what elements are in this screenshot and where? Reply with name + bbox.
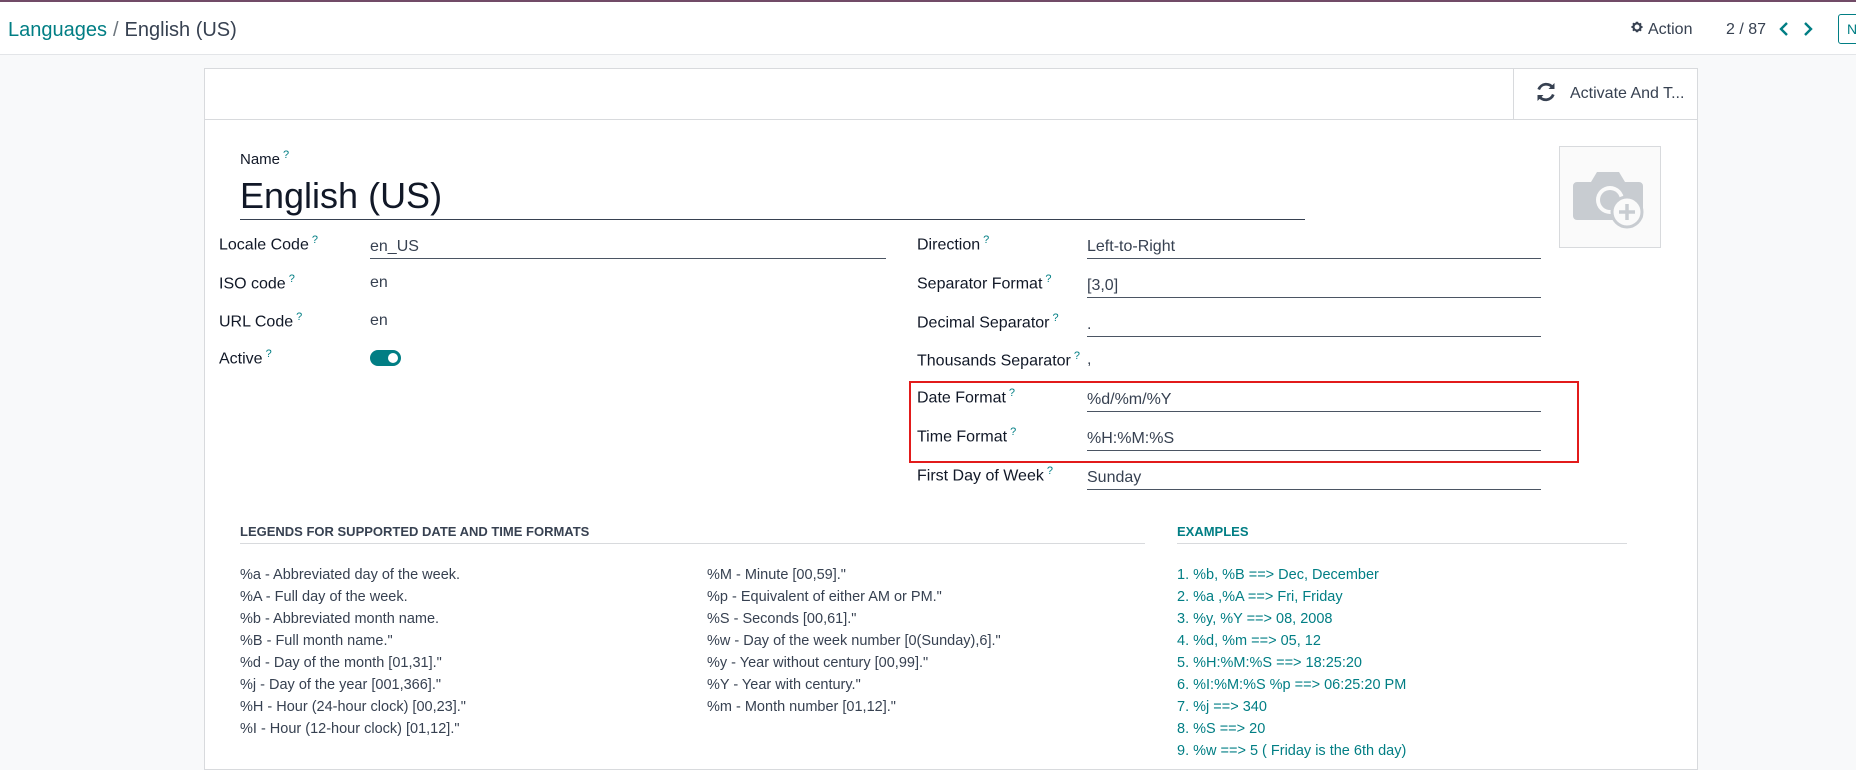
iso-code-value: en	[370, 274, 388, 291]
example-item: 9. %w ==> 5 ( Friday is the 6th day)	[1177, 743, 1407, 759]
legend-item: %y - Year without century [00,99]."	[707, 655, 929, 671]
active-toggle[interactable]	[370, 350, 401, 366]
locale-code-label: Locale Code?	[219, 234, 318, 254]
locale-code-help-icon[interactable]: ?	[312, 234, 318, 246]
first-day-of-week-help-icon[interactable]: ?	[1047, 465, 1053, 477]
breadcrumb-current: English (US)	[124, 19, 237, 41]
direction-label: Direction?	[917, 234, 990, 254]
chevron-left-icon	[1779, 22, 1788, 36]
example-item: 3. %y, %Y ==> 08, 2008	[1177, 611, 1333, 627]
legend-title: LEGENDS FOR SUPPORTED DATE AND TIME FORM…	[240, 524, 590, 539]
examples-title: EXAMPLES	[1177, 524, 1249, 539]
control-panel: Languages/English (US) Action 2 / 87 N	[0, 2, 1856, 55]
decimal-separator-input[interactable]: .	[1087, 312, 1541, 337]
first-day-of-week-select[interactable]: Sunday	[1087, 465, 1541, 490]
direction-help-icon[interactable]: ?	[983, 234, 989, 246]
breadcrumb-separator: /	[112, 19, 119, 41]
legend-item: %Y - Year with century."	[707, 677, 861, 693]
examples-divider	[1177, 543, 1627, 544]
legend-column-2: %M - Minute [00,59]." %p - Equivalent of…	[707, 564, 1001, 718]
chevron-right-icon	[1804, 22, 1813, 36]
image-upload-button[interactable]	[1559, 146, 1661, 248]
example-item: 8. %S ==> 20	[1177, 721, 1266, 737]
example-item: 2. %a ,%A ==> Fri, Friday	[1177, 589, 1343, 605]
action-menu-button[interactable]: Action	[1630, 20, 1692, 39]
breadcrumb: Languages / English (US)	[8, 19, 237, 42]
legend-item: %j - Day of the year [001,366]."	[240, 677, 442, 693]
pager-previous-button[interactable]	[1773, 18, 1795, 40]
refresh-icon	[1534, 80, 1558, 109]
name-help-icon[interactable]: ?	[283, 149, 289, 161]
activate-and-translate-button[interactable]: Activate And T...	[1513, 69, 1697, 119]
breadcrumb-languages-link[interactable]: Languages	[8, 19, 107, 41]
legend-item: %a - Abbreviated day of the week.	[240, 567, 461, 583]
separator-format-input[interactable]: [3,0]	[1087, 273, 1541, 298]
highlight-box	[909, 381, 1579, 463]
example-item: 4. %d, %m ==> 05, 12	[1177, 633, 1321, 649]
active-label: Active?	[219, 348, 272, 368]
legend-item: %H - Hour (24-hour clock) [00,23]."	[240, 699, 466, 715]
legend-item: %S - Seconds [00,61]."	[707, 611, 857, 627]
legend-item: %B - Full month name."	[240, 633, 393, 649]
legend-divider	[240, 543, 1145, 544]
iso-code-label: ISO code?	[219, 273, 295, 293]
legend-item: %d - Day of the month [01,31]."	[240, 655, 442, 671]
example-item: 7. %j ==> 340	[1177, 699, 1267, 715]
thousands-separator-help-icon[interactable]: ?	[1074, 350, 1080, 362]
form-statusbar: Activate And T...	[205, 69, 1697, 120]
activate-label: Activate And T...	[1570, 85, 1685, 102]
legend-item: %w - Day of the week number [0(Sunday),6…	[707, 633, 1001, 649]
form-sheet: Activate And T... Name? English (US) Loc…	[204, 68, 1698, 770]
iso-code-help-icon[interactable]: ?	[289, 273, 295, 285]
first-day-of-week-label: First Day of Week?	[917, 465, 1053, 485]
legend-column-1: %a - Abbreviated day of the week. %A - F…	[240, 564, 466, 740]
name-input[interactable]: English (US)	[240, 172, 1305, 220]
legend-item: %M - Minute [00,59]."	[707, 567, 846, 583]
example-item: 5. %H:%M:%S ==> 18:25:20	[1177, 655, 1362, 671]
example-item: 1. %b, %B ==> Dec, December	[1177, 567, 1379, 583]
legend-item: %p - Equivalent of either AM or PM."	[707, 589, 942, 605]
new-record-button[interactable]: N	[1838, 14, 1856, 44]
thousands-separator-input[interactable]: ,	[1087, 351, 1091, 369]
legend-item: %I - Hour (12-hour clock) [01,12]."	[240, 721, 460, 737]
url-code-label: URL Code?	[219, 311, 303, 331]
active-help-icon[interactable]: ?	[266, 348, 272, 360]
decimal-separator-help-icon[interactable]: ?	[1053, 312, 1059, 324]
direction-select[interactable]: Left-to-Right	[1087, 234, 1541, 259]
decimal-separator-label: Decimal Separator?	[917, 312, 1059, 332]
separator-format-help-icon[interactable]: ?	[1045, 273, 1051, 285]
locale-code-input[interactable]: en_US	[370, 234, 886, 259]
legend-item: %m - Month number [01,12]."	[707, 699, 896, 715]
example-item: 6. %I:%M:%S %p ==> 06:25:20 PM	[1177, 677, 1407, 693]
pager-next-button[interactable]	[1797, 18, 1819, 40]
url-code-help-icon[interactable]: ?	[296, 311, 302, 323]
legend-item: %A - Full day of the week.	[240, 589, 408, 605]
pager-value[interactable]: 2 / 87	[1726, 21, 1766, 39]
action-label: Action	[1648, 20, 1693, 38]
thousands-separator-label: Thousands Separator?	[917, 350, 1080, 370]
examples-list: 1. %b, %B ==> Dec, December 2. %a ,%A ==…	[1177, 564, 1406, 762]
separator-format-label: Separator Format?	[917, 273, 1052, 293]
name-label: Name?	[240, 149, 290, 168]
camera-add-icon	[1573, 172, 1644, 229]
legend-item: %b - Abbreviated month name.	[240, 611, 440, 627]
url-code-value: en	[370, 312, 388, 329]
gear-icon	[1630, 20, 1644, 39]
